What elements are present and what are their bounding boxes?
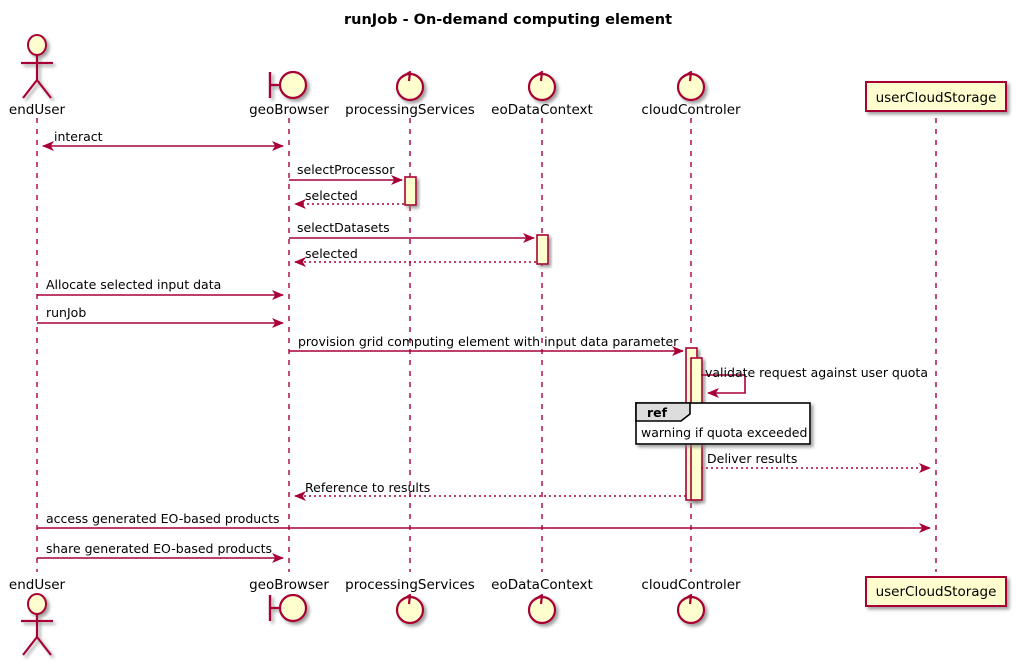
message-label: selected <box>305 246 358 261</box>
participant-label-endUser-top: endUser <box>9 102 66 118</box>
diagram-title: runJob - On-demand computing element <box>344 12 672 28</box>
activation-bar-processingServices <box>404 176 417 206</box>
participant-label-geoBrowser-bottom: geoBrowser <box>249 577 329 593</box>
message-label: provision grid computing element with in… <box>298 334 679 349</box>
ref-fragment-text: warning if quota exceeded <box>641 425 807 440</box>
sequence-diagram-canvas: runJob - On-demand computing element end… <box>0 0 1016 663</box>
message-label: selected <box>305 188 358 203</box>
message-label: interact <box>54 129 103 144</box>
participant-userCloudStorage-bottom[interactable]: userCloudStorage <box>865 576 1007 607</box>
message-label: share generated EO-based products <box>46 541 272 556</box>
participant-label-endUser-bottom: endUser <box>9 577 66 593</box>
participant-label-userCloudStorage-bottom: userCloudStorage <box>876 584 997 600</box>
message-label: access generated EO-based products <box>46 511 280 526</box>
message-label: runJob <box>46 305 86 320</box>
message-label: Allocate selected input data <box>46 277 221 292</box>
participant-userCloudStorage-top[interactable]: userCloudStorage <box>865 81 1007 112</box>
participant-label-eoDataContext-bottom: eoDataContext <box>491 577 593 593</box>
message-share-products[interactable]: share generated EO-based products <box>37 541 284 563</box>
participant-label-userCloudStorage-top: userCloudStorage <box>876 90 997 106</box>
message-label: selectProcessor <box>297 162 395 177</box>
self-message-label: validate request against user quota <box>705 365 928 380</box>
participant-label-cloudControler-top: cloudControler <box>641 102 741 118</box>
participant-label-geoBrowser-top: geoBrowser <box>249 102 329 118</box>
message-label: Reference to results <box>305 480 430 495</box>
message-provision-grid[interactable]: provision grid computing element with in… <box>289 334 684 356</box>
message-label: selectDatasets <box>297 220 390 235</box>
participant-label-processingServices-top: processingServices <box>345 102 475 118</box>
participant-label-eoDataContext-top: eoDataContext <box>491 102 593 118</box>
sequence-diagram-svg: runJob - On-demand computing element end… <box>0 0 1016 663</box>
ref-fragment[interactable]: ref warning if quota exceeded <box>635 402 811 445</box>
ref-fragment-keyword: ref <box>647 405 668 420</box>
message-label: Deliver results <box>707 451 797 466</box>
activation-bar-eoDataContext <box>536 234 549 265</box>
diagram-background <box>0 0 1016 663</box>
participant-label-cloudControler-bottom: cloudControler <box>641 577 741 593</box>
participant-label-processingServices-bottom: processingServices <box>345 577 475 593</box>
